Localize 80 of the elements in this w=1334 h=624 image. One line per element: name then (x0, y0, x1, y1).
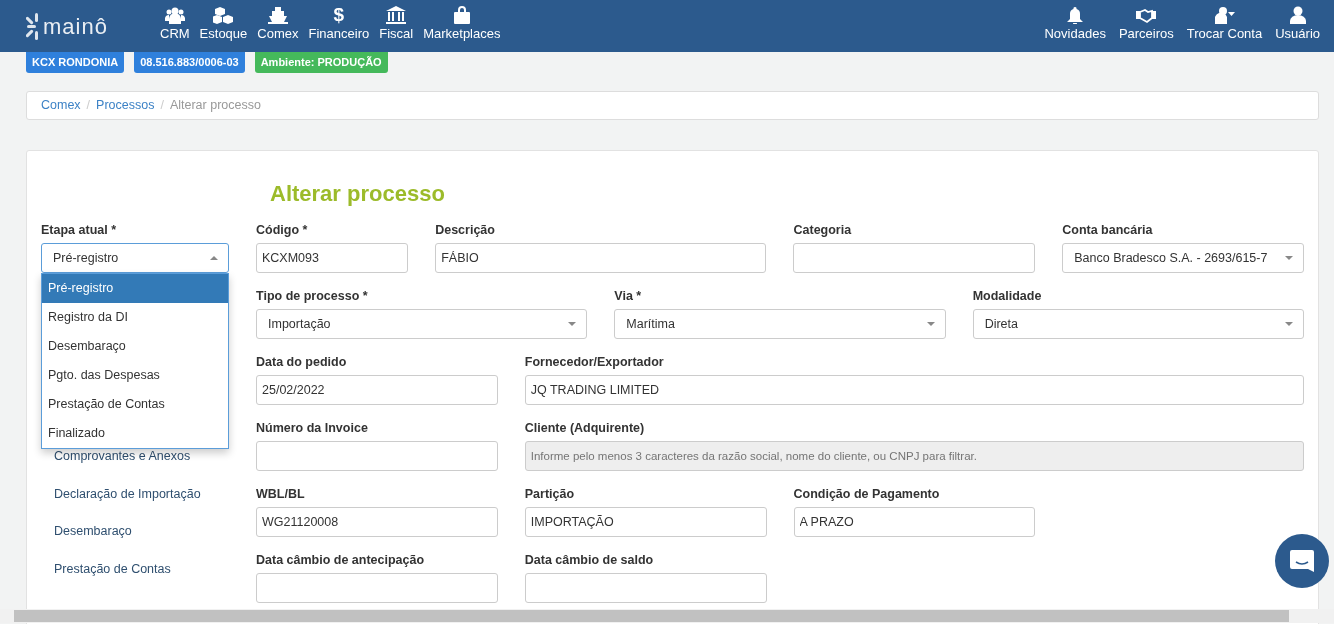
field-label: Categoria (793, 222, 853, 239)
field-label: Conta bancária (1062, 222, 1154, 239)
select-field[interactable]: Importação (256, 309, 588, 339)
field-label: Descrição (435, 222, 496, 239)
input-field[interactable] (524, 573, 767, 603)
breadcrumb-link[interactable]: Comex (41, 96, 81, 115)
menu-item[interactable]: Comex (257, 0, 299, 52)
input-field[interactable]: A PRAZO (793, 507, 1036, 537)
field-label: Modalidade (972, 288, 1043, 305)
shopping-bag-icon (451, 6, 472, 24)
bank-icon (386, 6, 407, 24)
user-dropdown-icon (1214, 6, 1235, 24)
caret-icon (926, 322, 935, 326)
input-field[interactable]: IMPORTAÇÃO (524, 507, 767, 537)
field-label: Data câmbio de antecipação (256, 552, 426, 569)
sidebar-item[interactable]: Declaração de Importação (54, 482, 229, 520)
sidebar-item[interactable]: Comprovantes e Anexos (54, 445, 229, 483)
field-label: Tipo de processo * (256, 288, 369, 305)
dropdown-option[interactable]: Prestação de Contas (42, 390, 228, 419)
menu-item[interactable]: Estoque (199, 0, 248, 52)
dollar-icon: $ (333, 6, 345, 24)
caret-icon (1285, 322, 1293, 326)
input-field[interactable] (256, 573, 498, 603)
breadcrumb-separator: / (85, 97, 92, 115)
field-label: Partição (524, 486, 576, 503)
breadcrumb-separator: / (159, 97, 165, 115)
user-icon (1287, 6, 1308, 24)
sidebar-item[interactable]: Desembaraço (54, 520, 229, 558)
menu-item[interactable]: Novidades (1044, 0, 1106, 52)
select-field[interactable]: Direta (972, 309, 1304, 339)
field-label: Código * (256, 222, 309, 239)
menu-item[interactable]: Trocar Conta (1186, 0, 1263, 52)
menu-item[interactable]: Usuário (1275, 0, 1320, 52)
dropdown-option[interactable]: Finalizado (42, 419, 228, 448)
menu-item[interactable]: Parceiros (1118, 0, 1174, 52)
logo-text: mainô (43, 12, 108, 41)
menu-item[interactable]: $ Financeiro (308, 0, 370, 52)
menu-item[interactable]: Marketplaces (423, 0, 501, 52)
field-label: Condição de Pagamento (793, 486, 941, 503)
select-field[interactable]: Banco Bradesco S.A. - 2693/615-7 (1062, 243, 1304, 273)
stage-select[interactable]: Pré-registro (41, 243, 229, 273)
menu-item[interactable]: Fiscal (379, 0, 414, 52)
field-label: Cliente (Adquirente) (524, 420, 646, 437)
field-label: WBL/BL (256, 486, 306, 503)
input-field[interactable]: KCXM093 (256, 243, 409, 273)
account-tag: KCX RONDONIA (26, 52, 125, 73)
cubes-icon (213, 6, 234, 24)
sidebar-item[interactable]: Prestação de Contas (54, 557, 229, 595)
select-field[interactable]: Marítima (614, 309, 946, 339)
caret-icon (1285, 256, 1293, 260)
field-label: Número da Invoice (256, 420, 369, 437)
field-label: Data câmbio de saldo (524, 552, 655, 569)
input-field[interactable]: JQ TRADING LIMITED (524, 375, 1304, 405)
breadcrumb-current: Alterar processo (169, 97, 261, 115)
account-tag: 08.516.883/0006-03 (134, 52, 245, 73)
handshake-icon (1136, 6, 1157, 24)
field-label: Etapa atual * (41, 222, 118, 239)
input-field[interactable] (256, 441, 498, 471)
breadcrumb-link[interactable]: Processos (96, 96, 155, 115)
dropdown-option[interactable]: Pgto. das Despesas (42, 361, 228, 390)
menu-item[interactable]: CRM (160, 0, 190, 52)
input-field[interactable] (793, 243, 1036, 273)
field-label: Via * (614, 288, 643, 305)
field-label: Fornecedor/Exportador (524, 354, 665, 371)
users-icon (164, 6, 185, 24)
field-label: Data do pedido (256, 354, 348, 371)
input-field[interactable]: 25/02/2022 (256, 375, 498, 405)
caret-icon (210, 256, 218, 260)
chat-bubble-icon (1289, 549, 1315, 573)
dropdown-option[interactable]: Desembaraço (42, 332, 228, 361)
logo-icon (26, 12, 39, 40)
page-title: Alterar processo (270, 180, 446, 208)
dropdown-option[interactable]: Registro da DI (42, 303, 228, 332)
input-field[interactable]: FÁBIO (435, 243, 767, 273)
dropdown-option[interactable]: Pré-registro (42, 274, 228, 303)
ship-icon (267, 6, 288, 24)
input-field[interactable]: WG21120008 (256, 507, 498, 537)
bell-icon (1065, 6, 1086, 24)
caret-icon (568, 322, 577, 326)
account-tag: Ambiente: PRODUÇÃO (254, 52, 388, 73)
